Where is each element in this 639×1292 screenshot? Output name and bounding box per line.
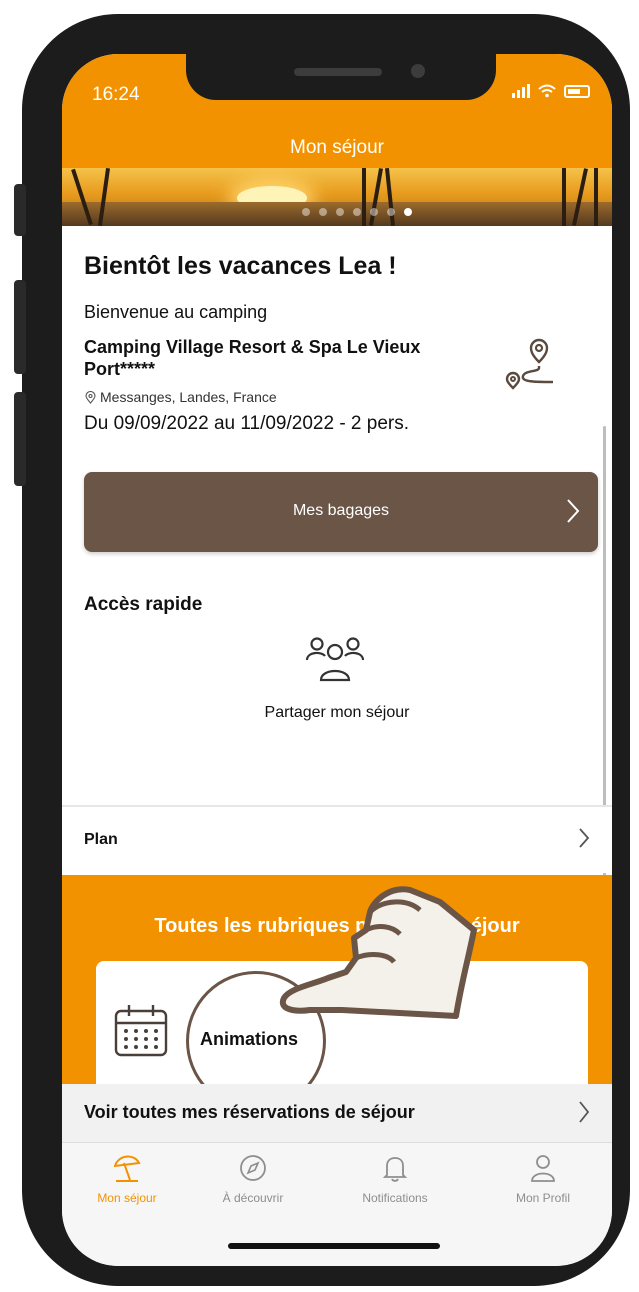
location-text: Messanges, Landes, France: [100, 389, 277, 405]
carousel-dot[interactable]: [302, 208, 310, 216]
bagages-button[interactable]: Mes bagages: [84, 472, 598, 552]
bagages-label: Mes bagages: [292, 502, 390, 519]
carousel-dot[interactable]: [370, 208, 378, 216]
tab-bar: Mon séjour À découvrir Notifications Mon…: [62, 1142, 612, 1266]
quick-access-heading: Accès rapide: [84, 594, 203, 615]
carousel-dot[interactable]: [336, 208, 344, 216]
camping-name: Camping Village Resort & Spa Le Vieux Po…: [84, 337, 421, 379]
stay-dates: Du 09/09/2022 au 11/09/2022 - 2 pers.: [84, 413, 410, 434]
page-title: Mon séjour: [290, 137, 384, 158]
banner-carousel-image[interactable]: [62, 168, 612, 226]
mute-switch: [14, 184, 26, 236]
welcome-text: Bienvenue au camping: [84, 302, 268, 322]
status-time: 16:24: [92, 84, 140, 105]
home-indicator[interactable]: [228, 1243, 440, 1249]
umbrella-icon: [113, 1155, 141, 1182]
reservations-row[interactable]: Voir toutes mes réservations de séjour: [62, 1084, 612, 1142]
tab-label: Mon séjour: [97, 1191, 157, 1205]
notch: [186, 54, 496, 100]
volume-down-button: [14, 392, 26, 486]
status-icons: [512, 84, 590, 98]
app-header: 16:24 Mon séjour: [62, 54, 612, 168]
carousel-dot[interactable]: [353, 208, 361, 216]
tab-label: Notifications: [362, 1191, 428, 1205]
plan-label: Plan: [84, 831, 118, 848]
profile-icon: [531, 1155, 555, 1182]
chevron-right-icon: [579, 828, 590, 848]
carousel-dots[interactable]: [62, 208, 612, 216]
tab-mon-profil[interactable]: Mon Profil: [488, 1153, 598, 1205]
app-screen: 16:24 Mon séjour Bientôt les vacances Le…: [62, 54, 612, 1266]
carousel-dot[interactable]: [387, 208, 395, 216]
bell-icon: [382, 1157, 408, 1182]
tab-notifications[interactable]: Notifications: [340, 1153, 450, 1205]
tab-label: Mon Profil: [515, 1191, 571, 1205]
location-row: Messanges, Landes, France: [84, 389, 277, 405]
location-pin-icon: [85, 390, 96, 404]
wifi-icon: [538, 84, 556, 98]
carousel-dot[interactable]: [404, 208, 412, 216]
compass-icon: [240, 1155, 266, 1181]
group-people-icon[interactable]: [305, 636, 365, 686]
tab-a-decouvrir[interactable]: À découvrir: [198, 1153, 308, 1205]
pointing-hand-icon: [279, 886, 477, 1019]
tab-label: À découvrir: [222, 1191, 284, 1205]
chevron-right-icon: [579, 1101, 590, 1123]
carousel-dot[interactable]: [319, 208, 327, 216]
greeting-heading: Bientôt les vacances Lea !: [84, 252, 397, 280]
tab-mon-sejour[interactable]: Mon séjour: [72, 1153, 182, 1205]
calendar-icon: [114, 1005, 168, 1057]
chevron-right-icon: [567, 499, 580, 523]
signal-icon: [512, 84, 530, 98]
battery-icon: [564, 84, 590, 98]
share-stay-link[interactable]: Partager mon séjour: [62, 704, 612, 722]
volume-up-button: [14, 280, 26, 374]
route-map-icon[interactable]: [505, 336, 555, 394]
reservations-label: Voir toutes mes réservations de séjour: [84, 1102, 415, 1122]
